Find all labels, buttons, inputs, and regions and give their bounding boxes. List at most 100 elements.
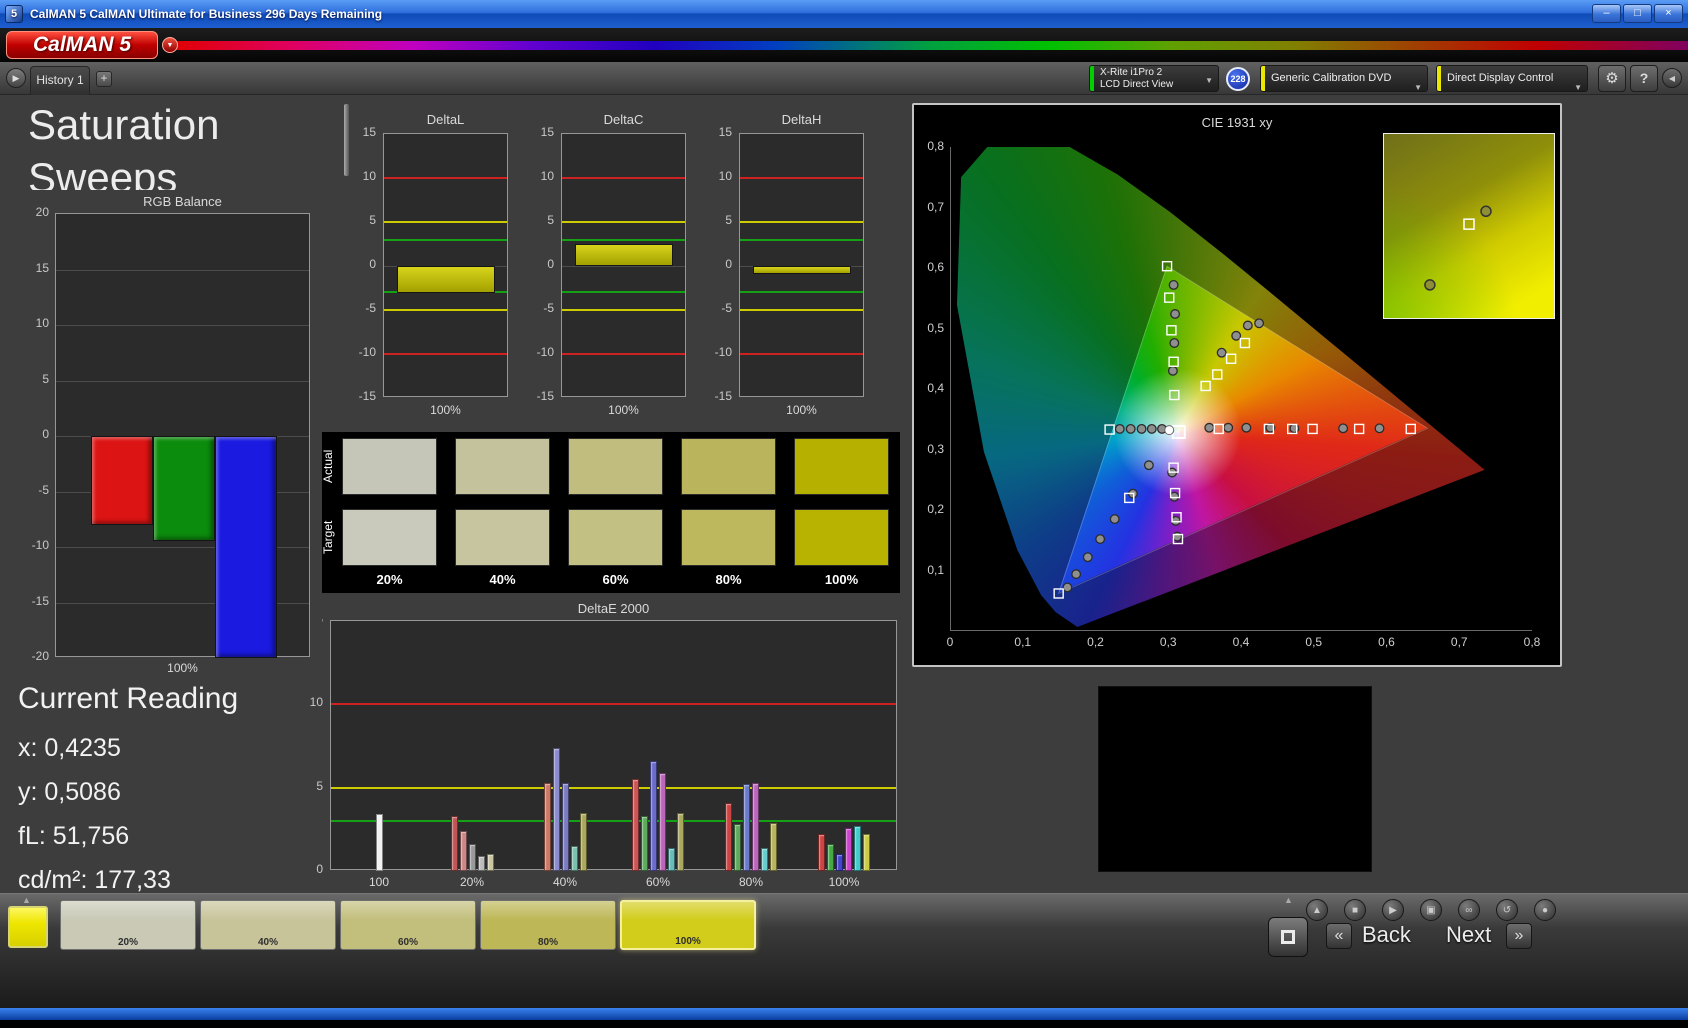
bottom-swatch-label: 40% [257,937,278,948]
transport-eject-button[interactable]: ▲ [1306,899,1328,921]
de-bar [761,847,768,871]
de-limit-line [331,820,896,822]
limit-line [562,353,685,355]
target-patch-60% [568,509,663,566]
rgb-bar-green [152,436,215,542]
bottom-swatch-label: 60% [397,937,418,948]
meter-dropdown[interactable]: X-Rite i1Pro 2 LCD Direct View ▼ [1089,65,1219,92]
bottom-swatch-80%[interactable]: 80% [480,900,616,950]
rgb-ytick-label: 10 [35,316,49,330]
logo-bar: CalMAN 5 ▼ [0,28,1688,62]
rgb-ytick-label: 5 [42,371,49,386]
rgb-ytick-label: -20 [31,649,49,663]
de-ytick-label: 0 [316,862,323,876]
deltah-plot [739,133,864,397]
restore-button[interactable]: □ [1623,4,1652,23]
title-bar[interactable]: 5 CalMAN 5 CalMAN Ultimate for Business … [0,0,1688,28]
bottom-swatch-100%[interactable]: 100% [620,900,756,950]
target-patch-40% [455,509,550,566]
page-title: Saturation Sweeps [28,98,219,204]
source-dropdown[interactable]: Generic Calibration DVD ▼ [1260,65,1428,92]
target-point [1353,423,1365,435]
deltal-title: DeltaL [426,112,465,127]
help-icon: ? [1639,70,1649,86]
reading-x: x: 0,4235 [18,734,121,762]
limit-line [562,177,685,179]
measurement-point [1338,423,1349,434]
patch-col-label: 40% [489,572,516,587]
de-bar [863,834,870,871]
de-group-label: 40% [552,875,578,889]
transport-record-button[interactable]: ● [1534,899,1556,921]
measurement-point [1170,515,1181,526]
target-point [1405,423,1416,435]
target-point [1225,353,1237,364]
limit-line [740,309,863,311]
limit-line [740,238,863,241]
delta-ytick-label: -5 [721,301,732,315]
cie-ytick-label: 0,3 [927,441,944,456]
rgb-bar-blue [214,436,277,658]
measurement-point [1169,491,1180,502]
delta-ytick-label: 15 [362,125,376,139]
meter-line1: X-Rite i1Pro 2 [1100,67,1163,78]
de-group-label: 60% [645,875,671,889]
calman-logo: CalMAN 5 [6,31,158,59]
actual-patch-20% [342,438,437,495]
de-group-label: 20% [459,875,485,889]
transport-play-button[interactable]: ▶ [1382,899,1404,921]
transport-frame-button[interactable]: ▣ [1420,899,1442,921]
add-tab-button[interactable]: + [96,71,112,87]
collapse-panel-button[interactable]: ◀ [1662,68,1682,88]
display-status-bar [1437,66,1441,91]
logo-menu-button[interactable]: ▼ [162,37,178,53]
rgb-ytick-label: 20 [35,205,49,219]
minimize-button[interactable]: – [1592,4,1621,23]
limit-line [740,291,863,294]
chevron-down-icon: ▼ [1205,76,1213,85]
cie-xtick-label: 0,2 [1087,635,1104,649]
limit-line [740,177,863,179]
tab-history-1[interactable]: History 1 [30,66,90,95]
patch-col-label: 60% [602,572,629,587]
settings-button[interactable]: ⚙ [1598,65,1626,92]
help-button[interactable]: ? [1630,65,1658,92]
transport-infinity-button[interactable]: ∞ [1458,899,1480,921]
panel-splitter[interactable] [344,104,349,176]
de-bar [845,827,852,871]
measurement-point [1136,423,1147,434]
delta-ytick-label: 5 [369,213,376,227]
bottom-control-bar: ▲ ▲ 20% 40% 60% 80% 100% ▲ ■ ▶ ▣ ∞ ↺ ● « Back Next… [0,893,1688,1008]
current-reading-title: Current Reading [18,682,239,715]
back-button[interactable]: Back [1362,922,1411,948]
next-button[interactable]: Next [1446,922,1491,948]
cie-ytick-label: 0,1 [927,562,944,577]
chevron-down-icon: ▼ [166,42,174,49]
stop-measure-button[interactable] [1268,917,1308,957]
transport-stop-button[interactable]: ■ [1344,899,1366,921]
bottom-swatch-label: 20% [117,937,138,948]
delta-ytick-label: -10 [536,345,554,359]
next-chevron-icon[interactable]: » [1506,923,1532,949]
page-title-line1: Saturation [28,101,220,148]
close-button[interactable]: × [1654,4,1683,23]
cie-xtick-label: 0,6 [1378,635,1395,649]
measurement-point [1223,422,1234,433]
delta-ytick-label: 10 [540,169,554,183]
collapse-handle-icon[interactable]: ▲ [1284,895,1293,905]
bottom-swatch-60%[interactable]: 60% [340,900,476,950]
back-chevron-icon[interactable]: « [1326,923,1352,949]
cie-ytick-label: 0,8 [927,139,944,153]
de-bar [468,844,476,871]
transport-loop-button[interactable]: ↺ [1496,899,1518,921]
cie-ytick-label: 0,6 [927,260,944,274]
display-control-dropdown[interactable]: Direct Display Control ▼ [1436,65,1588,92]
delta-ytick-label: 5 [547,213,554,227]
cie-xtick-label: 0,1 [1014,635,1032,649]
limit-line [384,353,507,355]
record-icon: ● [1541,905,1549,916]
de-bar [477,856,485,871]
measurement-point [1204,422,1215,433]
de-bar [543,782,551,871]
expand-panel-button[interactable]: ▶ [6,68,26,88]
